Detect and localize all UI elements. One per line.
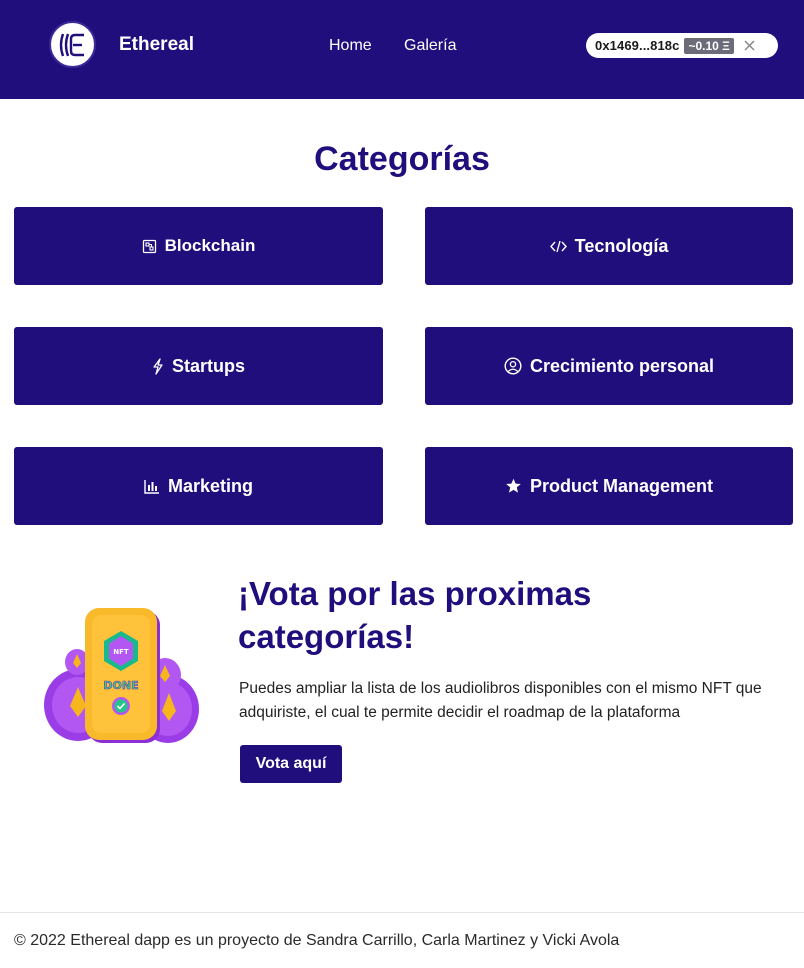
wallet-address: 0x1469...818c <box>595 38 680 53</box>
category-marketing-button[interactable]: Marketing <box>14 447 383 525</box>
wallet-balance-badge: ~0.10 Ξ <box>684 37 734 54</box>
nft-done-illustration: NFT DONE <box>40 605 202 747</box>
category-label: Marketing <box>167 475 254 496</box>
brand-name[interactable]: Ethereal <box>119 34 194 56</box>
user-circle-icon <box>504 357 522 375</box>
nav-gallery-link[interactable]: Galería <box>404 37 456 55</box>
ethereal-logo-mark-icon <box>59 33 84 56</box>
category-tecnologia-button[interactable]: Tecnología <box>425 207 793 285</box>
nav-home-link[interactable]: Home <box>329 37 372 55</box>
wallet-connection[interactable]: 0x1469...818c ~0.10 Ξ <box>586 33 778 58</box>
illustration-nft-text: NFT <box>113 648 129 656</box>
footer-divider <box>0 912 804 913</box>
illustration-done-text: DONE <box>103 679 138 692</box>
categories-title: Categorías <box>314 140 490 178</box>
category-crecimiento-button[interactable]: Crecimiento personal <box>425 327 793 405</box>
bar-chart-icon <box>144 479 160 494</box>
ethereal-logo[interactable] <box>49 21 96 68</box>
category-product-management-button[interactable]: Product Management <box>425 447 793 525</box>
category-blockchain-button[interactable]: Blockchain <box>14 207 383 285</box>
vote-heading: ¡Vota por las proximas categorías! <box>238 575 592 655</box>
lightning-icon <box>152 357 164 375</box>
top-navbar: Ethereal Home Galería 0x1469...818c ~0.1… <box>0 0 804 99</box>
footer-credits: © 2022 Ethereal dapp es un proyecto de S… <box>14 932 620 949</box>
category-label: Startups <box>171 355 245 376</box>
code-icon <box>549 240 567 253</box>
category-label: Product Management <box>529 475 714 496</box>
vote-description: Puedes ampliar la lista de los audiolibr… <box>239 680 762 721</box>
close-icon[interactable] <box>743 39 757 53</box>
category-startups-button[interactable]: Startups <box>14 327 383 405</box>
category-label: Blockchain <box>164 236 256 255</box>
star-icon <box>505 478 522 494</box>
category-label: Crecimiento personal <box>529 355 715 376</box>
vote-button[interactable]: Vota aquí <box>240 745 342 783</box>
category-label: Tecnología <box>574 235 669 256</box>
blockchain-icon <box>142 239 157 254</box>
